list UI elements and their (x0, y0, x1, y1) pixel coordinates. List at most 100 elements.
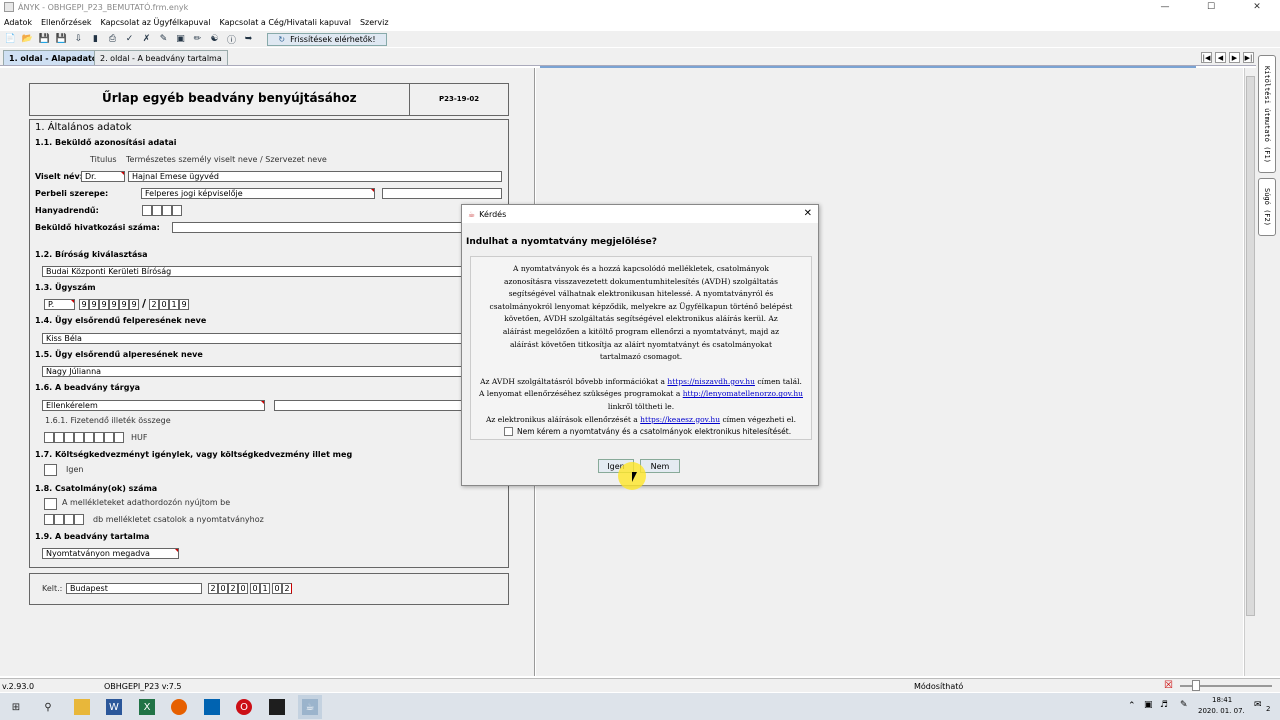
dialog-paragraph-1: A nyomtatványok és a hozzá kapcsolódó me… (489, 264, 793, 362)
tab-page-2[interactable]: 2. oldal - A beadvány tartalma (94, 50, 228, 65)
windows-start-icon[interactable]: ⊞ (8, 699, 24, 715)
status-bar: v.2.93.0 OBHGEPI_P23 v:7.5 Módosítható ☒ (0, 678, 1280, 692)
no-authentication-checkbox[interactable]: Nem kérem a nyomtatvány és a csatolmányo… (504, 427, 791, 436)
checkbox-box (504, 427, 513, 436)
illetek-cells[interactable] (44, 432, 124, 443)
new-doc-icon[interactable]: 📄 (4, 33, 17, 46)
pen-icon[interactable]: ✎ (1180, 700, 1188, 710)
tray-chevron-icon[interactable]: ⌃ (1128, 701, 1136, 711)
clock-time[interactable]: 18:41 (1212, 696, 1232, 704)
link-lenyomatellenorzo[interactable]: http://lenyomatellenorzo.gov.hu (683, 389, 803, 398)
hanyadrendu-cells[interactable] (142, 205, 182, 216)
koltsegkedvezmeny-checkbox[interactable] (44, 464, 57, 476)
send-icon[interactable]: ➥ (242, 33, 255, 46)
page-tab-bar: 1. oldal - Alapadatok 2. oldal - A beadv… (0, 48, 1280, 66)
first-page-icon[interactable]: |◀ (1201, 52, 1212, 63)
section-12-title: 1.2. Bíróság kiválasztása (35, 250, 148, 259)
hivatkozasi-field[interactable] (172, 222, 462, 233)
word-icon[interactable]: W (106, 699, 122, 715)
csatolmany-cells[interactable] (44, 514, 84, 525)
mark-icon[interactable]: ▣ (174, 33, 187, 46)
link-keaesz[interactable]: https://keaesz.gov.hu (640, 415, 720, 424)
menu-ellenorzesek[interactable]: Ellenőrzések (41, 18, 92, 27)
users-icon[interactable]: ☯ (208, 33, 221, 46)
minimize-button[interactable]: — (1142, 0, 1188, 14)
titulus-field[interactable]: Dr. (81, 171, 125, 182)
form-code: P23-19-02 (439, 95, 480, 103)
print-icon[interactable]: ⎙ (106, 33, 119, 46)
felperes-field[interactable]: Kiss Béla (42, 333, 462, 344)
toolbar: 📄 📂 💾 💾 ⇩ ▮ ⎙ ✓ ✗ ✎ ▣ ✏ ☯ ⓘ ➥ ↻ Frissítés… (0, 31, 1280, 47)
section-1-title: 1. Általános adatok (35, 122, 132, 133)
section-16-title: 1.6. A beadvány tárgya (35, 383, 141, 392)
side-tab-sugo[interactable]: Súgó (F2) (1258, 178, 1276, 236)
name-field[interactable]: Hajnal Emese ügyvéd (128, 171, 502, 182)
edit-icon[interactable]: ✎ (157, 33, 170, 46)
save-icon[interactable]: 💾 (38, 33, 51, 46)
targy-extra-field[interactable] (274, 400, 462, 411)
search-icon[interactable]: ⚲ (40, 699, 56, 715)
menu-cegkapu[interactable]: Kapcsolat a Cég/Hivatali kapuval (220, 18, 351, 27)
windows-taskbar: ⊞ ⚲ W X O ☕ ⌃ ▣ ♬ ✎ 18:41 2020. 01. 07. … (0, 693, 1280, 720)
firefox-icon[interactable] (171, 699, 187, 715)
ugyszam-number-cells[interactable]: 999999 (79, 299, 139, 310)
menu-adatok[interactable]: Adatok (4, 18, 32, 27)
status-version: v.2.93.0 (2, 682, 35, 691)
scrollbar-thumb[interactable] (1246, 76, 1255, 616)
book-icon[interactable]: ▮ (89, 33, 102, 46)
birosag-field[interactable]: Budai Központi Kerületi Bíróság (42, 266, 462, 277)
side-tab-kitoltesi[interactable]: Kitöltési útmutató (F1) (1258, 55, 1276, 173)
error-icon[interactable]: ☒ (1164, 680, 1173, 691)
vertical-scrollbar[interactable] (1244, 68, 1256, 676)
notification-icon[interactable]: ✉ (1254, 700, 1262, 710)
dialog-close-icon[interactable]: ✕ (804, 208, 812, 219)
perbeli-field[interactable]: Felperes jogi képviselője (141, 188, 375, 199)
tab-page-1[interactable]: 1. oldal - Alapadatok (3, 50, 109, 65)
updates-available-button[interactable]: ↻ Frissítések elérhetők! (267, 32, 387, 46)
network-icon[interactable]: ▣ (1144, 700, 1153, 710)
open-icon[interactable]: 📂 (21, 33, 34, 46)
alperes-field[interactable]: Nagy Júlianna (42, 366, 462, 377)
zoom-slider-thumb[interactable] (1192, 680, 1200, 691)
label-hivatkozasi: Beküldő hivatkozási száma: (35, 223, 160, 232)
adathordozo-checkbox[interactable] (44, 498, 57, 510)
link-niszavdh[interactable]: https://niszavdh.gov.hu (667, 377, 755, 386)
checkbox-label: Nem kérem a nyomtatvány és a csatolmányo… (517, 427, 792, 436)
maximize-button[interactable]: ☐ (1188, 0, 1234, 14)
sign-icon[interactable]: ✏ (191, 33, 204, 46)
kelt-place-field[interactable]: Budapest (66, 583, 202, 594)
prev-page-icon[interactable]: ◀ (1215, 52, 1226, 63)
check-icon[interactable]: ✓ (123, 33, 136, 46)
file-explorer-icon[interactable] (74, 699, 90, 715)
next-page-icon[interactable]: ▶ (1229, 52, 1240, 63)
menu-ugyfelkapu[interactable]: Kapcsolat az Ügyfélkapuval (101, 18, 211, 27)
menu-szerviz[interactable]: Szerviz (360, 18, 389, 27)
no-button[interactable]: Nem (640, 459, 680, 473)
excel-icon[interactable]: X (139, 699, 155, 715)
info-icon[interactable]: ⓘ (225, 33, 238, 46)
tartalma-field[interactable]: Nyomtatványon megadva (42, 548, 179, 559)
save-as-icon[interactable]: 💾 (55, 33, 68, 46)
window-title: ÁNYK - OBHGEPI_P23_BEMUTATÓ.frm.enyk (18, 2, 189, 12)
clock-date[interactable]: 2020. 01. 07. (1198, 707, 1245, 715)
kelt-date-cells[interactable]: 20200102 (208, 583, 292, 594)
kelt-label: Kelt.: (42, 584, 63, 593)
section-13-title: 1.3. Ügyszám (35, 283, 96, 292)
document-app-icon[interactable] (204, 699, 220, 715)
last-page-icon[interactable]: ▶| (1243, 52, 1254, 63)
java-app-icon[interactable]: ☕ (298, 695, 322, 719)
menu-bar: Adatok Ellenőrzések Kapcsolat az Ügyfélk… (0, 15, 1280, 29)
volume-icon[interactable]: ♬ (1160, 700, 1168, 710)
section-15-title: 1.5. Ügy elsőrendű alperesének neve (35, 350, 203, 359)
close-window-button[interactable]: ✕ (1234, 0, 1280, 14)
window-titlebar: ÁNYK - OBHGEPI_P23_BEMUTATÓ.frm.enyk — ☐… (0, 0, 1280, 14)
perbeli-extra-field[interactable] (382, 188, 502, 199)
opera-icon[interactable]: O (236, 699, 252, 715)
section-18-title: 1.8. Csatolmány(ok) száma (35, 484, 158, 493)
delete-icon[interactable]: ✗ (140, 33, 153, 46)
import-icon[interactable]: ⇩ (72, 33, 85, 46)
terminal-icon[interactable] (269, 699, 285, 715)
ugyszam-year-cells[interactable]: 2019 (149, 299, 189, 310)
ugyszam-prefix-field[interactable]: P. (44, 299, 75, 310)
targy-field[interactable]: Ellenkérelem (42, 400, 265, 411)
